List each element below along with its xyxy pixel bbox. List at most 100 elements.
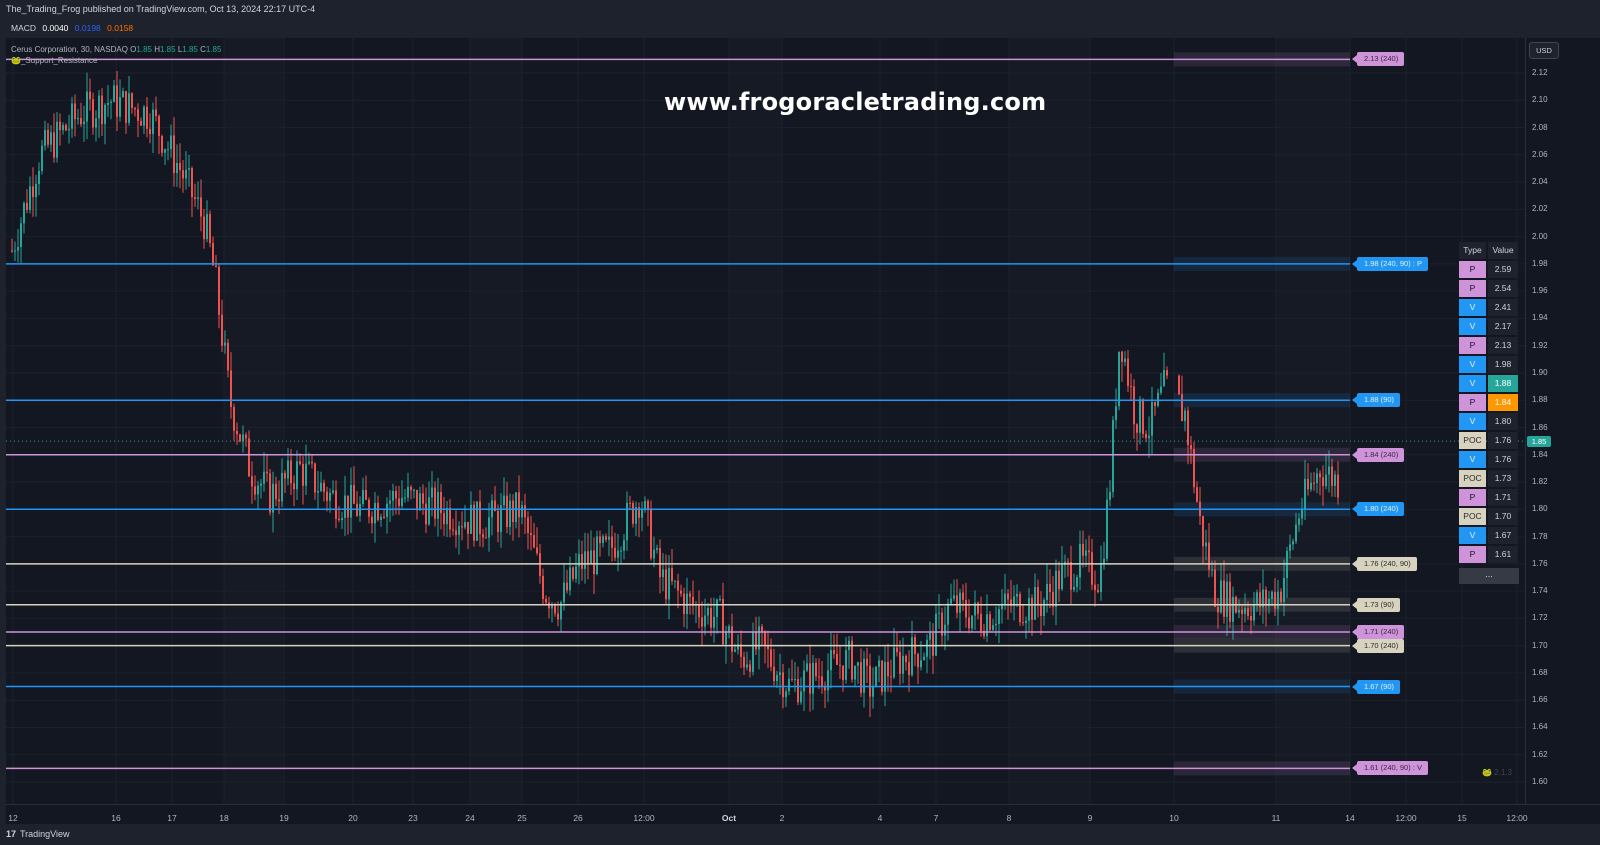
- price-tick: 1.88: [1532, 395, 1548, 405]
- candle-body: [1226, 581, 1228, 617]
- candle-body: [836, 654, 838, 665]
- candle-body: [620, 550, 622, 552]
- macd-legend[interactable]: MACD 0.0040 0.0198 0.0158: [0, 18, 1600, 38]
- candle-body: [830, 650, 832, 671]
- symbol-legend[interactable]: Cerus Corporation, 30, NASDAQ O1.85 H1.8…: [11, 44, 221, 66]
- candle-body: [842, 665, 844, 680]
- main-chart-pane[interactable]: [6, 38, 1525, 804]
- candle-body: [686, 593, 688, 615]
- candle-body: [137, 109, 139, 121]
- candle-body: [530, 532, 532, 536]
- candle-body: [338, 518, 340, 521]
- candle-body: [749, 664, 751, 672]
- candle-body: [1100, 563, 1102, 593]
- price-tick: 1.94: [1532, 313, 1548, 323]
- candle-body: [20, 223, 22, 248]
- candle-body: [182, 170, 184, 179]
- candle-body: [422, 493, 424, 504]
- candle-body: [1118, 351, 1120, 407]
- price-tick: 1.86: [1532, 422, 1548, 432]
- candle-body: [350, 484, 352, 518]
- candle-body: [728, 626, 730, 632]
- candle-body: [857, 662, 859, 666]
- publish-text: The_Trading_Frog published on TradingVie…: [6, 4, 316, 14]
- candle-body: [539, 553, 541, 577]
- candle-body: [191, 168, 193, 198]
- currency-button[interactable]: USD: [1529, 42, 1559, 59]
- candle-body: [1088, 550, 1090, 553]
- candle-body: [998, 609, 1000, 624]
- candle-body: [11, 250, 13, 252]
- candle-body: [80, 117, 82, 125]
- candle-body: [812, 662, 814, 694]
- candle-body: [797, 679, 799, 703]
- candle-body: [944, 624, 946, 636]
- candle-body: [1283, 577, 1285, 602]
- candle-body: [122, 91, 124, 98]
- candle-body: [443, 513, 445, 525]
- version-label: 🐸 2.1.3: [1482, 768, 1512, 777]
- table-row: P 2.13: [1459, 337, 1518, 354]
- value-cell: 1.98: [1488, 356, 1518, 373]
- candle-body: [1154, 402, 1156, 406]
- candle-body: [200, 197, 202, 217]
- header-value: Value: [1488, 242, 1518, 259]
- time-axis[interactable]: 12 16 17 18 19 20 23 24 25 26 12:00 Oct 2 4 7 8 9 10 11 14 1…: [6, 804, 1600, 825]
- candle-body: [428, 497, 430, 525]
- candle-body: [1037, 587, 1039, 606]
- candle-body: [776, 674, 778, 682]
- type-cell: P: [1459, 489, 1486, 506]
- candle-body: [83, 121, 85, 125]
- candle-body: [347, 495, 349, 518]
- candle-body: [1109, 491, 1111, 500]
- candle-body: [1328, 466, 1330, 475]
- time-tick: Oct: [721, 813, 737, 823]
- candle-body: [1157, 392, 1159, 406]
- candle-body: [344, 495, 346, 518]
- level-label: 1.67 (90): [1351, 679, 1401, 694]
- value-cell: 2.41: [1488, 299, 1518, 316]
- candle-body: [416, 489, 418, 511]
- candle-body: [1070, 562, 1072, 590]
- candle-body: [1031, 598, 1033, 620]
- candle-body: [524, 505, 526, 518]
- candle-body: [311, 461, 313, 464]
- candle-body: [809, 663, 811, 694]
- candle-body: [143, 106, 145, 126]
- table-more-button[interactable]: ...: [1459, 568, 1519, 584]
- candle-body: [1097, 590, 1099, 593]
- price-axis[interactable]: 2.12 2.10 2.08 2.06 2.04 2.02 2.00 1.98 1.96 1.94…: [1525, 38, 1600, 804]
- candle-body: [596, 536, 598, 575]
- price-tick: 1.90: [1532, 367, 1548, 377]
- candle-body: [989, 614, 991, 630]
- level-label: 1.73 (90): [1351, 597, 1401, 612]
- candle-body: [1151, 402, 1153, 436]
- candle-body: [290, 460, 292, 484]
- candle-body: [1055, 570, 1057, 607]
- candle-body: [995, 623, 997, 626]
- candle-body: [653, 549, 655, 559]
- candle-body: [110, 101, 112, 103]
- price-tick: 2.08: [1532, 122, 1548, 132]
- candle-body: [1289, 544, 1291, 551]
- time-tick: 12:00: [1506, 813, 1528, 823]
- candle-body: [407, 486, 409, 498]
- candle-body: [158, 115, 160, 137]
- indicator-name[interactable]: 🐸_Support_Resistance: [11, 55, 221, 66]
- candle-body: [26, 202, 28, 210]
- candle-body: [455, 530, 457, 536]
- candle-body: [215, 265, 217, 267]
- candle-body: [1301, 509, 1303, 519]
- type-cell: P: [1459, 337, 1486, 354]
- price-tick: 2.00: [1532, 231, 1548, 241]
- candle-body: [1049, 583, 1051, 592]
- candle-body: [104, 104, 106, 125]
- candle-body: [452, 529, 454, 531]
- type-cell: POC: [1459, 432, 1486, 449]
- chart-canvas[interactable]: [6, 38, 1525, 804]
- price-tick: 1.74: [1532, 586, 1548, 596]
- candle-body: [380, 516, 382, 520]
- candle-body: [803, 670, 805, 692]
- ohlc-high: 1.85: [160, 45, 176, 54]
- candle-body: [245, 434, 247, 439]
